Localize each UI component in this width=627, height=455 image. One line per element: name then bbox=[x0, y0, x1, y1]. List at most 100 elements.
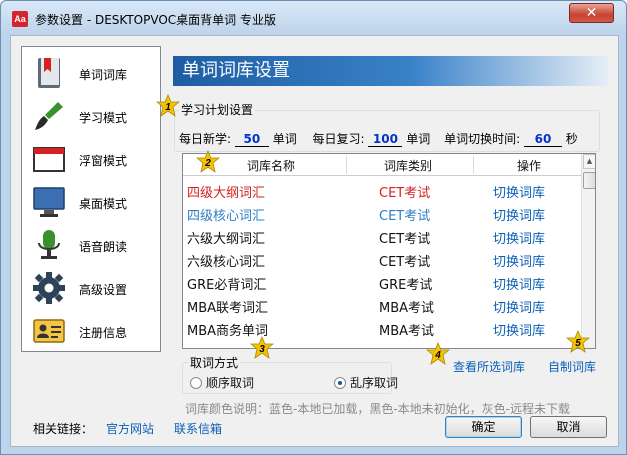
title-bar: Aa 参数设置 - DESKTOPVOC桌面背单词 专业版 ✕ bbox=[1, 1, 626, 35]
monitor-icon bbox=[33, 187, 65, 217]
bookmark-book-icon bbox=[38, 58, 60, 88]
vocab-name: 四级核心词汇 bbox=[187, 209, 266, 224]
cancel-button[interactable]: 取消 bbox=[530, 416, 607, 438]
sidebar-item-voice[interactable]: 语音朗读 bbox=[22, 225, 160, 267]
contact-email-link[interactable]: 联系信箱 bbox=[174, 420, 222, 437]
study-plan-row: 每日新学: 50 单词 每日复习: 100 单词 单词切换时间: 60 秒 bbox=[179, 130, 578, 147]
settings-window: Aa 参数设置 - DESKTOPVOC桌面背单词 专业版 ✕ 单词词库 学习模… bbox=[0, 0, 627, 455]
sidebar-item-label: 单词词库 bbox=[79, 68, 128, 82]
floating-window-icon bbox=[33, 147, 65, 172]
sidebar-item-desktop-mode[interactable]: 桌面模式 bbox=[22, 182, 160, 224]
switch-vocab-link[interactable]: 切换词库 bbox=[493, 182, 545, 201]
switch-time-input[interactable]: 60 bbox=[523, 132, 562, 147]
fetch-method-title: 取词方式 bbox=[188, 354, 241, 371]
official-site-link[interactable]: 官方网站 bbox=[106, 420, 154, 437]
switch-time-unit: 秒 bbox=[565, 132, 578, 146]
gear-icon bbox=[33, 272, 65, 304]
switch-vocab-link[interactable]: 切换词库 bbox=[493, 297, 545, 316]
switch-vocab-link[interactable]: 切换词库 bbox=[493, 251, 545, 270]
custom-vocab-link[interactable]: 自制词库 bbox=[548, 358, 596, 375]
app-logo-icon: Aa bbox=[12, 11, 28, 27]
ok-button[interactable]: 确定 bbox=[445, 416, 522, 438]
close-button[interactable]: ✕ bbox=[569, 3, 614, 23]
window-title: 参数设置 - DESKTOPVOC桌面背单词 专业版 bbox=[35, 13, 276, 27]
table-row[interactable]: 四级核心词汇 CET考试 切换词库 bbox=[183, 201, 581, 224]
vocab-name: MBA联考词汇 bbox=[187, 301, 269, 316]
callout-badge-1: 1 bbox=[156, 94, 180, 117]
callout-badge-2: 2 bbox=[196, 150, 220, 173]
sidebar-item-label: 学习模式 bbox=[79, 111, 128, 125]
vocab-name: GRE必背词汇 bbox=[187, 278, 267, 293]
sidebar-item-advanced[interactable]: 高级设置 bbox=[22, 268, 160, 310]
sidebar-item-vocab[interactable]: 单词词库 bbox=[22, 53, 160, 95]
radio-sequential[interactable]: 顺序取词 bbox=[190, 374, 254, 391]
daily-new-label: 每日新学: bbox=[179, 132, 232, 146]
vocab-name: 六级大纲词汇 bbox=[187, 232, 266, 247]
table-scrollbar[interactable]: ▲ bbox=[581, 154, 595, 348]
table-row[interactable]: 六级核心词汇 CET考试 切换词库 bbox=[183, 247, 581, 270]
view-selected-vocab-link[interactable]: 查看所选词库 bbox=[453, 358, 525, 375]
vocab-category: CET考试 bbox=[379, 186, 431, 201]
radio-random-input[interactable] bbox=[334, 377, 346, 389]
table-row[interactable]: MBA商务单词 MBA考试 切换词库 bbox=[183, 316, 581, 339]
vocab-category: MBA考试 bbox=[379, 301, 435, 316]
table-row[interactable]: 四级大纲词汇 CET考试 切换词库 bbox=[183, 178, 581, 201]
dialog-body: 单词词库 学习模式 浮窗模式 桌面模式 语音朗读 高级设置 注册信息 单词词库设… bbox=[10, 35, 619, 447]
callout-number: 5 bbox=[575, 338, 581, 349]
sidebar-item-registration[interactable]: 注册信息 bbox=[22, 311, 160, 353]
sidebar-item-label: 浮窗模式 bbox=[79, 154, 128, 168]
switch-time-label: 单词切换时间: bbox=[444, 132, 521, 146]
sidebar: 单词词库 学习模式 浮窗模式 桌面模式 语音朗读 高级设置 注册信息 bbox=[21, 46, 161, 352]
scroll-thumb[interactable] bbox=[583, 172, 595, 189]
radio-sequential-label: 顺序取词 bbox=[206, 376, 255, 390]
daily-review-label: 每日复习: bbox=[312, 132, 365, 146]
paintbrush-icon bbox=[35, 102, 63, 130]
col-header-name[interactable]: 词库名称 bbox=[221, 157, 321, 174]
microphone-icon bbox=[38, 230, 60, 259]
col-divider bbox=[473, 156, 474, 174]
sidebar-item-label: 语音朗读 bbox=[79, 240, 128, 254]
callout-badge-5: 5 bbox=[566, 330, 590, 353]
vocab-category: CET考试 bbox=[379, 232, 431, 247]
sidebar-item-float-mode[interactable]: 浮窗模式 bbox=[22, 139, 160, 181]
callout-number: 2 bbox=[204, 158, 211, 169]
col-header-category[interactable]: 词库类别 bbox=[358, 157, 458, 174]
radio-random[interactable]: 乱序取词 bbox=[334, 374, 398, 391]
switch-vocab-link[interactable]: 切换词库 bbox=[493, 205, 545, 224]
vocab-name: 四级大纲词汇 bbox=[187, 186, 266, 201]
callout-number: 3 bbox=[259, 344, 265, 355]
table-row[interactable]: 六级大纲词汇 CET考试 切换词库 bbox=[183, 224, 581, 247]
col-header-action[interactable]: 操作 bbox=[479, 157, 579, 174]
vocab-name: 六级核心词汇 bbox=[187, 255, 266, 270]
panel-title: 单词词库设置 bbox=[173, 56, 609, 86]
callout-badge-3: 3 bbox=[250, 336, 274, 359]
radio-random-label: 乱序取词 bbox=[350, 376, 399, 390]
daily-new-input[interactable]: 50 bbox=[234, 132, 269, 147]
scroll-up-button[interactable]: ▲ bbox=[583, 154, 595, 169]
callout-number: 1 bbox=[165, 102, 171, 113]
switch-vocab-link[interactable]: 切换词库 bbox=[493, 228, 545, 247]
main-panel: 单词词库设置 学习计划设置 每日新学: 50 单词 每日复习: 100 单词 单… bbox=[156, 46, 612, 416]
switch-vocab-link[interactable]: 切换词库 bbox=[493, 320, 545, 339]
color-legend-note: 词库颜色说明：蓝色-本地已加载，黑色-本地未初始化，灰色-远程未下载 bbox=[185, 402, 570, 416]
radio-sequential-input[interactable] bbox=[190, 377, 202, 389]
vocab-category: CET考试 bbox=[379, 255, 431, 270]
vocab-category: GRE考试 bbox=[379, 278, 433, 293]
daily-review-input[interactable]: 100 bbox=[368, 132, 403, 147]
id-card-icon bbox=[33, 319, 65, 343]
col-divider bbox=[346, 156, 347, 174]
daily-new-unit: 单词 bbox=[272, 132, 297, 146]
vocab-category: MBA考试 bbox=[379, 324, 435, 339]
switch-vocab-link[interactable]: 切换词库 bbox=[493, 274, 545, 293]
callout-badge-4: 4 bbox=[426, 342, 450, 365]
table-row[interactable]: MBA联考词汇 MBA考试 切换词库 bbox=[183, 293, 581, 316]
table-row[interactable]: GRE必背词汇 GRE考试 切换词库 bbox=[183, 270, 581, 293]
table-header: 词库名称 词库类别 操作 bbox=[183, 154, 581, 176]
sidebar-item-learning-mode[interactable]: 学习模式 bbox=[22, 96, 160, 138]
sidebar-item-label: 桌面模式 bbox=[79, 197, 128, 211]
study-plan-title: 学习计划设置 bbox=[179, 101, 256, 118]
daily-review-unit: 单词 bbox=[406, 132, 431, 146]
sidebar-item-label: 高级设置 bbox=[79, 283, 128, 297]
vocab-category: CET考试 bbox=[379, 209, 431, 224]
callout-number: 4 bbox=[434, 350, 441, 361]
